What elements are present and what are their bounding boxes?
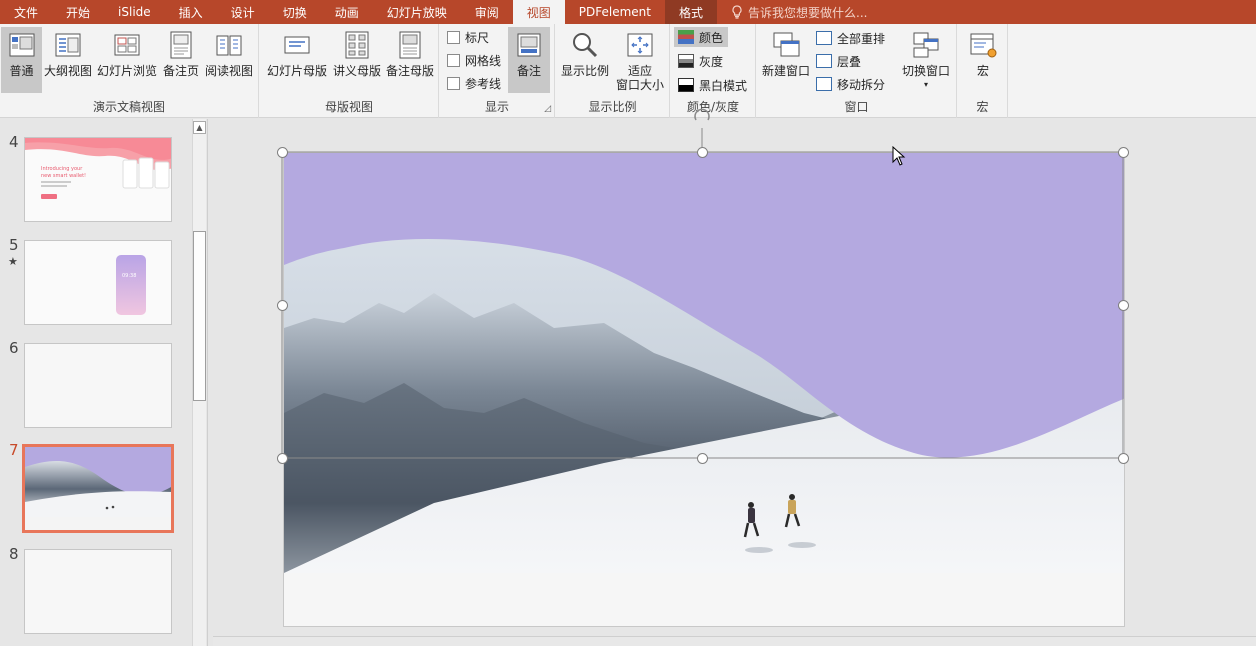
resize-handle[interactable] [277,300,288,311]
selection-frame [281,108,1124,459]
resize-handle[interactable] [1118,300,1129,311]
resize-handle[interactable] [697,453,708,464]
resize-handle[interactable] [697,147,708,158]
resize-handle[interactable] [1118,147,1129,158]
resize-handle[interactable] [1118,453,1129,464]
resize-handle[interactable] [277,453,288,464]
mouse-cursor-icon [892,146,906,166]
resize-handle[interactable] [277,147,288,158]
